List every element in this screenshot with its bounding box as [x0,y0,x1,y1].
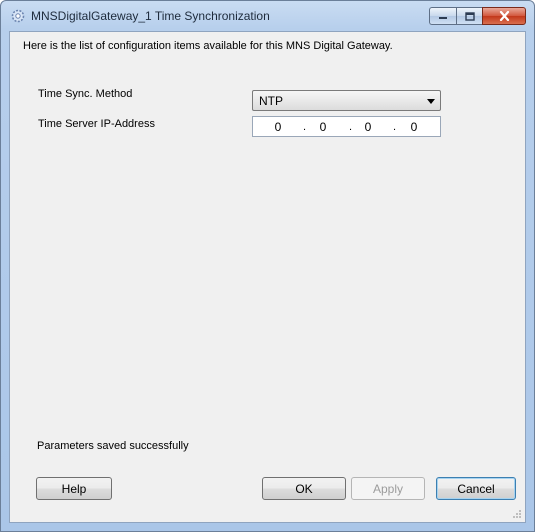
minimize-button[interactable] [429,7,456,25]
intro-text: Here is the list of configuration items … [23,40,393,52]
minimize-icon [439,17,447,19]
time-sync-method-select[interactable]: NTP [252,90,441,111]
close-icon [499,11,509,21]
close-button[interactable] [482,7,526,25]
title-bar[interactable]: MNSDigitalGateway_1 Time Synchronization [1,1,534,31]
help-button[interactable]: Help [36,477,112,500]
status-message: Parameters saved successfully [37,440,189,452]
maximize-button[interactable] [456,7,482,25]
time-sync-method-label: Time Sync. Method [38,88,133,100]
ip-separator: . [349,121,353,133]
gear-icon [11,9,25,23]
window-title: MNSDigitalGateway_1 Time Synchronization [31,9,270,23]
maximize-icon [464,11,475,21]
dialog-client-area: Here is the list of configuration items … [9,31,526,523]
ip-octet-1[interactable]: 0 [271,120,285,134]
time-sync-method-value: NTP [259,94,283,108]
time-server-ip-label: Time Server IP-Address [38,118,155,130]
resize-grip-icon[interactable] [512,509,522,519]
time-server-ip-input[interactable]: 0 . 0 . 0 . 0 [252,116,441,137]
caption-buttons [429,7,526,27]
ip-octet-2[interactable]: 0 [316,120,330,134]
ok-button[interactable]: OK [262,477,346,500]
ip-octet-3[interactable]: 0 [361,120,375,134]
dialog-window: MNSDigitalGateway_1 Time Synchronization [0,0,535,532]
ip-separator: . [393,121,397,133]
ip-separator: . [303,121,307,133]
apply-button[interactable]: Apply [351,477,425,500]
cancel-button[interactable]: Cancel [436,477,516,500]
ip-octet-4[interactable]: 0 [407,120,421,134]
chevron-down-icon [427,99,435,104]
